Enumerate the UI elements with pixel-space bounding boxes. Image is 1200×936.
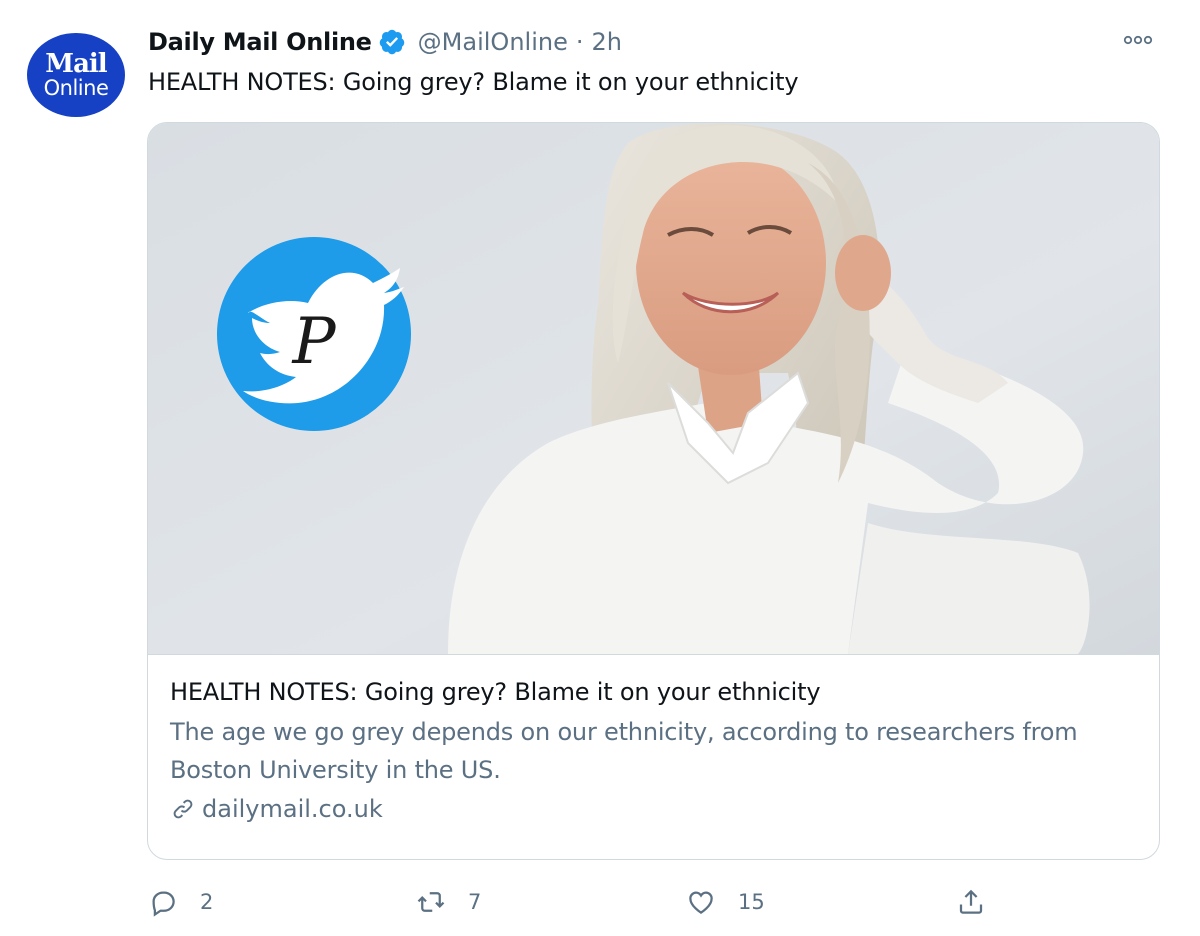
reply-icon xyxy=(152,891,175,917)
avatar[interactable]: Mail Online xyxy=(27,33,125,117)
like-count: 15 xyxy=(738,890,765,914)
tweet-actions: 2 7 15 xyxy=(148,878,1018,926)
reply-count: 2 xyxy=(200,890,214,914)
card-title: HEALTH NOTES: Going grey? Blame it on yo… xyxy=(170,678,821,706)
avatar-logo-text-mail: Mail xyxy=(45,48,107,79)
tweet-timestamp[interactable]: 2h xyxy=(591,28,621,56)
share-button[interactable] xyxy=(956,878,986,926)
retweet-icon xyxy=(417,892,445,912)
twitter-bird-p-badge-icon: P xyxy=(217,237,411,431)
card-text: HEALTH NOTES: Going grey? Blame it on yo… xyxy=(170,675,1140,823)
more-options-icon[interactable] xyxy=(1120,30,1156,50)
heart-icon xyxy=(689,891,713,914)
display-name[interactable]: Daily Mail Online xyxy=(148,28,372,56)
reply-button[interactable]: 2 xyxy=(148,878,213,926)
verified-badge-icon xyxy=(378,28,406,56)
avatar-logo-text-online: Online xyxy=(43,75,109,100)
card-domain-text: dailymail.co.uk xyxy=(202,795,383,823)
card-image[interactable]: P xyxy=(148,123,1159,655)
card-description: The age we go grey depends on our ethnic… xyxy=(170,718,1078,784)
user-handle[interactable]: @MailOnline xyxy=(418,28,568,56)
tweet-text: HEALTH NOTES: Going grey? Blame it on yo… xyxy=(148,68,799,96)
like-button[interactable]: 15 xyxy=(686,878,765,926)
link-icon xyxy=(173,799,193,819)
svg-text:P: P xyxy=(291,305,336,379)
retweet-count: 7 xyxy=(468,890,482,914)
share-icon xyxy=(959,889,983,914)
header-separator: · xyxy=(575,28,584,56)
retweet-button[interactable]: 7 xyxy=(416,878,481,926)
tweet-header: Daily Mail Online @MailOnline · 2h xyxy=(148,24,622,60)
link-card[interactable]: P HEALTH NOTES: Going grey? Blame it on … xyxy=(147,122,1160,860)
card-domain: dailymail.co.uk xyxy=(170,795,1140,823)
